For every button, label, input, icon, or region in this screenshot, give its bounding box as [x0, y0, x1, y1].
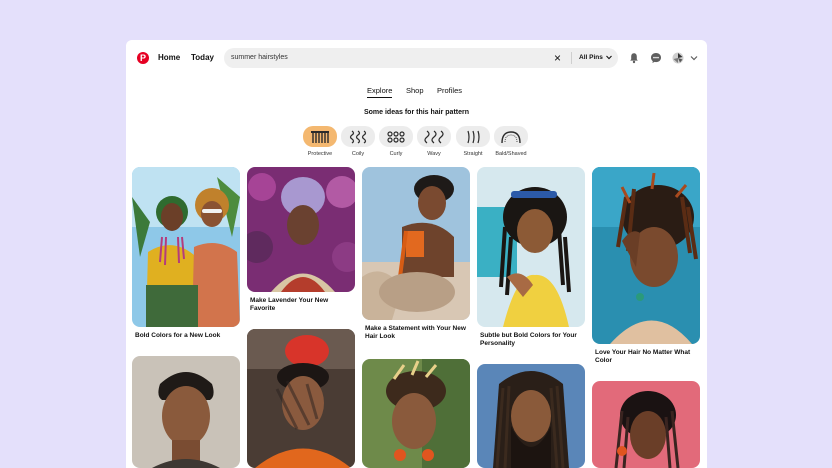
pin-image[interactable]	[132, 167, 240, 327]
straight-pill[interactable]	[456, 126, 490, 147]
chevron-down-icon	[605, 55, 612, 60]
search-divider	[571, 52, 572, 64]
bald-shaved-pill[interactable]	[494, 126, 528, 147]
pin-image[interactable]	[362, 167, 470, 320]
pin-card[interactable]: Bold Colors for a New Look	[132, 167, 240, 340]
search-scope-label: All Pins	[579, 54, 603, 61]
chip-label: Straight	[463, 151, 483, 157]
pin-card[interactable]	[477, 364, 585, 468]
avatar[interactable]	[672, 52, 684, 64]
chip-protective[interactable]: Protective	[303, 126, 337, 157]
chip-wavy[interactable]: Wavy	[417, 126, 451, 157]
clear-search-icon[interactable]: ×	[554, 51, 561, 65]
pin-card[interactable]	[247, 329, 355, 468]
pin-image[interactable]	[477, 167, 585, 327]
curly-hair-icon	[387, 130, 405, 143]
pin-image[interactable]	[592, 381, 700, 468]
pin-image[interactable]	[247, 329, 355, 468]
pin-card[interactable]: Subtle but Bold Colors for Your Personal…	[477, 167, 585, 347]
pin-title: Bold Colors for a New Look	[135, 332, 221, 339]
curly-pill[interactable]	[379, 126, 413, 147]
pin-card[interactable]: Make a Statement with Your New Hair Look	[362, 167, 470, 340]
nav-today[interactable]: Today	[191, 53, 214, 62]
chip-label: Wavy	[427, 151, 441, 157]
wavy-pill[interactable]	[417, 126, 451, 147]
coily-pill[interactable]	[341, 126, 375, 147]
chip-coily[interactable]: Coily	[341, 126, 375, 157]
coily-hair-icon	[349, 129, 367, 144]
chip-straight[interactable]: Straight	[456, 126, 490, 157]
pin-image[interactable]	[362, 359, 470, 468]
pin-card[interactable]	[592, 381, 700, 468]
nav-home[interactable]: Home	[158, 53, 180, 62]
pin-card[interactable]: Love Your Hair No Matter What Color	[592, 167, 700, 364]
browser-window: P Home Today summer hairstyles × All Pin…	[126, 40, 707, 468]
top-bar: P Home Today summer hairstyles × All Pin…	[126, 40, 707, 76]
pin-title: Make Lavender Your New Favorite	[250, 297, 329, 312]
chip-label: Protective	[307, 151, 333, 157]
pinterest-logo-icon[interactable]: P	[137, 52, 149, 64]
chip-label: Coily	[351, 151, 365, 157]
tab-shop[interactable]: Shop	[406, 86, 424, 95]
pin-title: Make a Statement with Your New Hair Look	[365, 325, 466, 340]
search-bar[interactable]: summer hairstyles × All Pins	[224, 48, 618, 68]
search-input[interactable]: summer hairstyles	[231, 54, 288, 61]
protective-hair-icon	[311, 130, 329, 143]
bald-shaved-icon	[501, 130, 521, 143]
pin-card[interactable]	[132, 356, 240, 468]
tab-profiles[interactable]: Profiles	[437, 86, 462, 95]
wavy-hair-icon	[424, 130, 444, 143]
pin-image[interactable]	[247, 167, 355, 292]
pin-card[interactable]	[362, 359, 470, 468]
protective-pill[interactable]	[303, 126, 337, 147]
pin-image[interactable]	[592, 167, 700, 344]
pin-card[interactable]: Make Lavender Your New Favorite	[247, 167, 355, 312]
chip-label: Bald/Shaved	[495, 151, 527, 157]
pin-image[interactable]	[132, 356, 240, 468]
search-scope-dropdown[interactable]: All Pins	[579, 54, 612, 61]
chip-bald-shaved[interactable]: Bald/Shaved	[494, 126, 528, 157]
tab-explore[interactable]: Explore	[367, 86, 393, 98]
account-chevron-down-icon[interactable]	[690, 54, 698, 62]
pin-title: Love Your Hair No Matter What Color	[595, 349, 691, 364]
chat-icon[interactable]	[650, 52, 662, 64]
chip-curly[interactable]: Curly	[379, 126, 413, 157]
straight-hair-icon	[467, 130, 480, 143]
chip-label: Curly	[389, 151, 403, 157]
pin-image[interactable]	[477, 364, 585, 468]
pin-title: Subtle but Bold Colors for Your Personal…	[480, 332, 577, 347]
hair-pattern-heading: Some ideas for this hair pattern	[363, 109, 470, 116]
bell-icon[interactable]	[628, 52, 640, 64]
